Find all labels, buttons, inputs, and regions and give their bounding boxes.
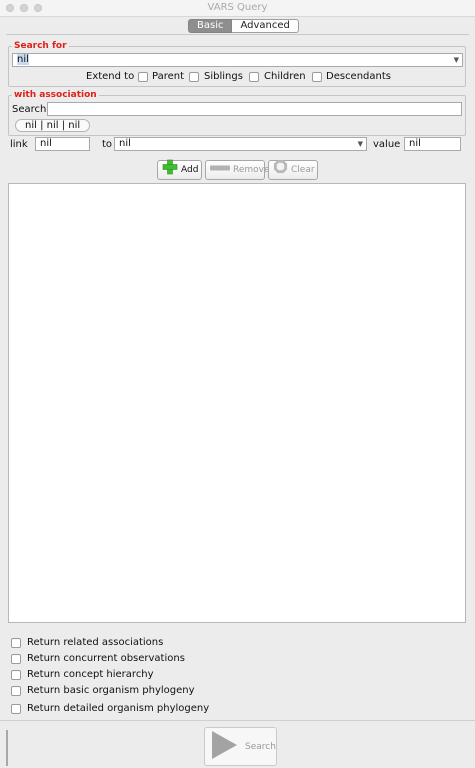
- value-label: value: [373, 139, 401, 150]
- to-combo-value: nil: [119, 138, 131, 149]
- to-label: to: [102, 139, 113, 150]
- detailed-phylogeny-checkbox[interactable]: [11, 704, 21, 714]
- extend-to-label: Extend to: [86, 71, 135, 82]
- title-bar: VARS Query: [0, 0, 475, 17]
- option-related-associations[interactable]: Return related associations: [11, 636, 163, 650]
- play-icon: [209, 729, 239, 764]
- add-button[interactable]: Add: [157, 159, 202, 182]
- association-title: with association: [12, 90, 99, 101]
- clear-button[interactable]: Clear: [268, 159, 318, 181]
- minus-icon: [210, 161, 230, 179]
- selected-association[interactable]: nil | nil | nil: [15, 119, 91, 132]
- remove-button[interactable]: Remove: [205, 160, 270, 180]
- concurrent-observations-checkbox[interactable]: [11, 654, 21, 664]
- query-list[interactable]: [8, 183, 466, 623]
- extend-siblings-label: Siblings: [204, 71, 243, 82]
- related-associations-checkbox[interactable]: [11, 638, 21, 648]
- extend-siblings-checkbox[interactable]: [189, 72, 199, 82]
- link-input[interactable]: nil: [35, 137, 90, 151]
- link-label: link: [10, 139, 28, 150]
- search-button[interactable]: Search: [204, 727, 277, 766]
- extend-parent-checkbox[interactable]: [138, 72, 148, 82]
- detailed-phylogeny-label: Return detailed organism phylogeny: [27, 703, 210, 714]
- extend-descendants-checkbox[interactable]: [312, 72, 322, 82]
- resize-handle[interactable]: [6, 730, 8, 766]
- option-concurrent-observations[interactable]: Return concurrent observations: [11, 652, 185, 666]
- search-button-label: Search: [245, 741, 276, 752]
- plus-icon: [162, 159, 178, 182]
- remove-button-label: Remove: [233, 165, 270, 175]
- tab-basic[interactable]: Basic: [188, 19, 233, 33]
- clear-icon: [273, 159, 288, 181]
- concept-combo-value: nil: [17, 54, 29, 65]
- option-basic-phylogeny[interactable]: Return basic organism phylogeny: [11, 684, 195, 698]
- basic-phylogeny-label: Return basic organism phylogeny: [27, 685, 195, 696]
- tab-bar: Basic Advanced: [188, 19, 299, 33]
- concept-hierarchy-label: Return concept hierarchy: [27, 669, 154, 680]
- window-title: VARS Query: [207, 2, 268, 13]
- related-associations-label: Return related associations: [27, 637, 164, 648]
- tab-divider: [6, 34, 469, 35]
- extend-children-checkbox[interactable]: [249, 72, 259, 82]
- concept-combo[interactable]: nil ▼: [12, 53, 463, 67]
- extend-descendants-label: Descendants: [326, 71, 391, 82]
- tab-advanced[interactable]: Advanced: [232, 19, 299, 33]
- chevron-down-icon[interactable]: ▼: [454, 54, 459, 66]
- basic-phylogeny-checkbox[interactable]: [11, 686, 21, 696]
- association-search-input[interactable]: [47, 102, 462, 116]
- add-button-label: Add: [181, 165, 199, 175]
- extend-children-label: Children: [264, 71, 306, 82]
- bottom-separator: [0, 720, 475, 721]
- clear-button-label: Clear: [291, 165, 315, 175]
- value-input[interactable]: nil: [404, 137, 461, 151]
- extend-parent-label: Parent: [152, 71, 185, 82]
- chevron-down-icon[interactable]: ▼: [358, 138, 363, 150]
- search-for-title: Search for: [12, 41, 69, 52]
- option-detailed-phylogeny[interactable]: Return detailed organism phylogeny: [11, 702, 209, 716]
- to-combo[interactable]: nil ▼: [114, 137, 367, 151]
- concurrent-observations-label: Return concurrent observations: [27, 653, 185, 664]
- association-search-label: Search:: [12, 104, 50, 115]
- option-concept-hierarchy[interactable]: Return concept hierarchy: [11, 668, 154, 682]
- concept-hierarchy-checkbox[interactable]: [11, 670, 21, 680]
